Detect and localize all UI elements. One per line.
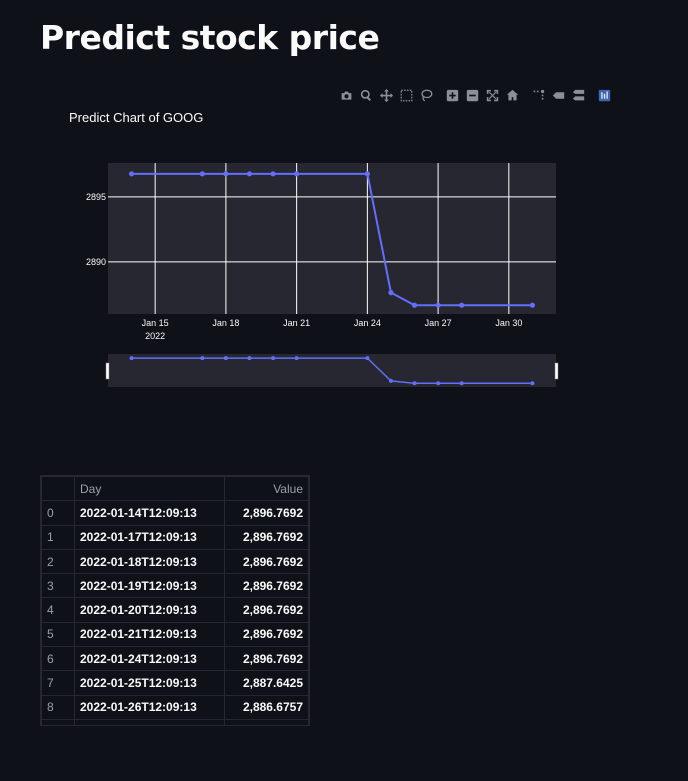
data-point	[246, 171, 253, 177]
value-cell: 2,887.6425	[224, 670, 309, 696]
data-point	[270, 171, 276, 177]
rangeslider-right-handle[interactable]	[554, 362, 559, 380]
rangeslider-point	[388, 378, 393, 383]
table-row[interactable]: 5 2022-01-21T12:09:13 2,896.7692	[41, 621, 309, 648]
x-tick-label: Jan 21	[283, 318, 310, 328]
table-row[interactable]: 6 2022-01-24T12:09:13 2,896.7692	[41, 646, 309, 672]
row-index: 8	[41, 694, 75, 720]
x-tick-label: Jan 27	[425, 318, 452, 328]
table-row[interactable]: 1 2022-01-17T12:09:13 2,896.7692	[41, 524, 309, 550]
x-tick-label: Jan 24	[354, 318, 381, 328]
row-index: 9	[41, 718, 75, 725]
table-row[interactable]: 8 2022-01-26T12:09:13 2,886.6757	[41, 694, 309, 720]
data-point	[364, 171, 370, 177]
index-header	[41, 476, 75, 502]
data-point	[459, 302, 465, 308]
value-header[interactable]: Value	[224, 476, 309, 502]
day-cell: 2022-01-26T12:09:13	[73, 694, 226, 720]
data-point	[435, 302, 441, 308]
y-tick-label: 2890	[86, 257, 106, 267]
value-cell: 2,886.6757	[224, 694, 309, 720]
rangeslider-point	[294, 356, 299, 361]
rangeslider-point	[129, 356, 134, 361]
table-row[interactable]: 0 2022-01-14T12:09:13 2,896.7692	[41, 500, 309, 526]
row-index: 5	[41, 621, 75, 648]
rangeslider-point	[271, 356, 276, 361]
value-cell: 2,896.7692	[224, 646, 309, 672]
value-cell: 2,896.7692	[224, 500, 309, 526]
value-cell: 2,896.7692	[224, 621, 309, 648]
row-index: 6	[41, 646, 75, 672]
table-row[interactable]: 2 2022-01-18T12:09:13 2,896.7692	[41, 548, 309, 575]
table-row[interactable]: 4 2022-01-20T12:09:13 2,896.7692	[41, 597, 309, 623]
rangeslider-point	[247, 356, 252, 361]
table-row[interactable]: 3 2022-01-19T12:09:13 2,896.7692	[41, 573, 309, 599]
rangeslider-point	[365, 356, 370, 361]
data-point	[223, 171, 229, 177]
row-index: 1	[41, 524, 75, 550]
x-tick-label: Jan 18	[212, 318, 239, 328]
data-point	[388, 290, 394, 296]
page: Predict stock price Predict Chart of GOO…	[0, 0, 688, 781]
x-tick-year: 2022	[145, 331, 165, 341]
rangeslider-point	[436, 381, 441, 386]
data-point	[128, 171, 135, 177]
data-point	[199, 171, 205, 177]
value-cell: 2,896.7692	[224, 548, 309, 575]
rangeslider-bg	[108, 354, 556, 387]
rangeslider-point	[200, 356, 205, 361]
line-chart[interactable]: Jan 15 Jan 18 Jan 21 Jan 24 Jan 27 Jan 30 2022…	[0, 0, 688, 400]
y-tick-label: 2895	[86, 192, 106, 202]
data-point	[411, 302, 418, 308]
day-cell: 2022-01-20T12:09:13	[73, 597, 226, 623]
row-index: 7	[41, 670, 75, 696]
rangeslider-left-handle[interactable]	[105, 362, 110, 380]
row-index: 3	[41, 573, 75, 599]
day-cell: 2022-01-14T12:09:13	[73, 500, 226, 526]
day-cell: 2022-01-19T12:09:13	[73, 573, 226, 599]
rangeslider-point	[412, 381, 417, 386]
value-cell: 2,896.7692	[224, 573, 309, 599]
table-header-row: Day Value	[41, 476, 309, 502]
day-cell: 2022-01-27T12:09:13	[73, 718, 226, 725]
rangeslider-point	[530, 381, 535, 386]
table-row[interactable]: 7 2022-01-25T12:09:13 2,887.6425	[41, 670, 309, 696]
value-cell: 2,896.7692	[224, 524, 309, 550]
data-table[interactable]: Day Value 0 2022-01-14T12:09:13 2,896.7692…	[40, 475, 310, 726]
x-tick-label: Jan 15	[142, 318, 169, 328]
value-cell: 2,896.7692	[224, 597, 309, 623]
plot-area	[108, 163, 556, 314]
day-cell: 2022-01-21T12:09:13	[73, 621, 226, 648]
day-cell: 2022-01-25T12:09:13	[73, 670, 226, 696]
rangeslider-point	[459, 381, 464, 386]
table-row[interactable]: 92022-01-27T12:09:132,886.6757	[41, 718, 309, 725]
row-index: 4	[41, 597, 75, 623]
row-index: 0	[41, 500, 75, 526]
day-header[interactable]: Day	[73, 476, 226, 502]
day-cell: 2022-01-17T12:09:13	[73, 524, 226, 550]
x-tick-label: Jan 30	[495, 318, 522, 328]
day-cell: 2022-01-24T12:09:13	[73, 646, 226, 672]
day-cell: 2022-01-18T12:09:13	[73, 548, 226, 575]
rangeslider-point	[223, 356, 228, 361]
row-index: 2	[41, 548, 75, 575]
data-point	[294, 171, 300, 177]
data-point	[529, 302, 536, 308]
value-cell: 2,886.6757	[224, 718, 309, 725]
